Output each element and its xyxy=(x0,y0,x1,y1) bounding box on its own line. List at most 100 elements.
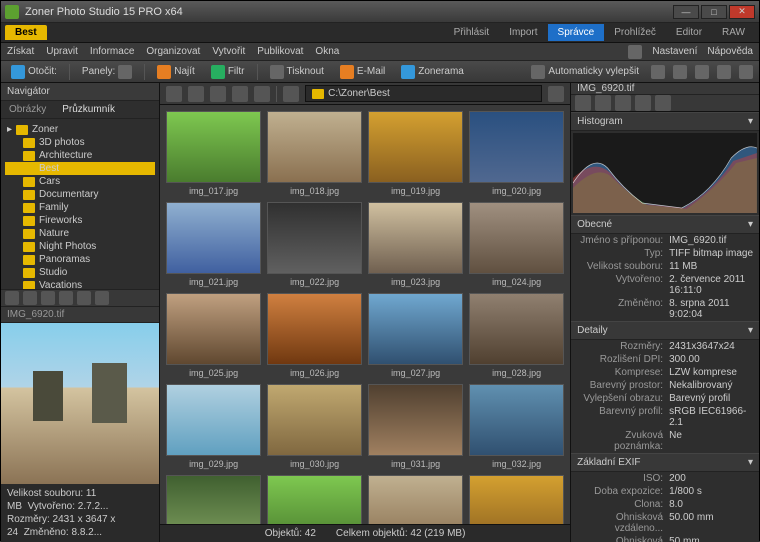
info-tool-icon[interactable] xyxy=(655,95,671,111)
preview-image[interactable] xyxy=(1,323,159,484)
mode-tab-správce[interactable]: Správce xyxy=(548,24,605,41)
filter-tool[interactable]: Filtr xyxy=(207,63,249,81)
thumbnail[interactable]: img_024.jpg xyxy=(469,202,564,287)
thumb-image xyxy=(267,293,362,365)
thumbnail[interactable] xyxy=(166,475,261,524)
thumbnail[interactable]: img_023.jpg xyxy=(368,202,463,287)
thumbnail[interactable] xyxy=(368,475,463,524)
tree-tool-icon[interactable] xyxy=(5,291,19,305)
forward-icon[interactable] xyxy=(188,86,204,102)
thumbnail[interactable]: img_030.jpg xyxy=(267,384,362,469)
thumbnail[interactable]: img_021.jpg xyxy=(166,202,261,287)
autofit-tool[interactable]: Automaticky vylepšit xyxy=(527,63,643,81)
view-icon[interactable] xyxy=(232,86,248,102)
thumbnail[interactable]: img_029.jpg xyxy=(166,384,261,469)
minimize-button[interactable]: — xyxy=(673,5,699,19)
thumbnail[interactable]: img_026.jpg xyxy=(267,293,362,378)
tool-icon[interactable] xyxy=(717,65,731,79)
document-tab[interactable]: Best xyxy=(5,25,47,40)
thumbnail[interactable] xyxy=(267,475,362,524)
menu-publikovat[interactable]: Publikovat xyxy=(257,46,303,57)
print-tool[interactable]: Tisknout xyxy=(266,63,328,81)
thumbnail[interactable]: img_017.jpg xyxy=(166,111,261,196)
thumbnail[interactable]: img_031.jpg xyxy=(368,384,463,469)
up-icon[interactable] xyxy=(210,86,226,102)
menu-ziskat[interactable]: Získat xyxy=(7,46,34,57)
tree-folder[interactable]: Night Photos xyxy=(5,240,155,253)
info-tool-icon[interactable] xyxy=(595,95,611,111)
thumb-label: img_021.jpg xyxy=(189,277,238,287)
menu-upravit[interactable]: Upravit xyxy=(46,46,78,57)
mode-tab-přihlásit[interactable]: Přihlásit xyxy=(444,24,500,41)
mode-tab-prohlížeč[interactable]: Prohlížeč xyxy=(604,24,666,41)
section-histogram[interactable]: Histogram▾ xyxy=(571,112,759,131)
menu-vytvorit[interactable]: Vytvořit xyxy=(212,46,245,57)
zonerama-tool[interactable]: Zonerama xyxy=(397,63,468,81)
thumbnail[interactable]: img_019.jpg xyxy=(368,111,463,196)
mode-tab-editor[interactable]: Editor xyxy=(666,24,712,41)
nav-tab-explorer[interactable]: Průzkumník xyxy=(54,101,123,118)
path-bar[interactable]: C:\Zoner\Best xyxy=(305,85,542,102)
menu-okna[interactable]: Okna xyxy=(315,46,339,57)
menu-informace[interactable]: Informace xyxy=(90,46,134,57)
tree-folder[interactable]: Cars xyxy=(5,175,155,188)
email-tool[interactable]: E-Mail xyxy=(336,63,389,81)
path-text: C:\Zoner\Best xyxy=(328,88,390,99)
thumbnail[interactable]: img_022.jpg xyxy=(267,202,362,287)
thumbnail[interactable]: img_018.jpg xyxy=(267,111,362,196)
close-button[interactable]: ✕ xyxy=(729,5,755,19)
tree-folder[interactable]: Nature xyxy=(5,227,155,240)
tool-icon[interactable] xyxy=(651,65,665,79)
tree-folder[interactable]: Vacations xyxy=(5,279,155,289)
mode-tab-import[interactable]: Import xyxy=(499,24,547,41)
menu-settings[interactable]: Nastavení xyxy=(652,46,697,57)
tree-folder[interactable]: Family xyxy=(5,201,155,214)
nav-tab-images[interactable]: Obrázky xyxy=(1,101,54,118)
menu-organizovat[interactable]: Organizovat xyxy=(146,46,200,57)
thumbnail[interactable]: img_028.jpg xyxy=(469,293,564,378)
thumbnail[interactable]: img_025.jpg xyxy=(166,293,261,378)
info-tool-icon[interactable] xyxy=(615,95,631,111)
thumbnail[interactable] xyxy=(469,475,564,524)
tree-folder[interactable]: 3D photos xyxy=(5,136,155,149)
mode-tab-raw[interactable]: RAW xyxy=(712,24,755,41)
path-go-icon[interactable] xyxy=(548,86,564,102)
tree-tool-icon[interactable] xyxy=(41,291,55,305)
section-basic-exif[interactable]: Základní EXIF▾ xyxy=(571,453,759,472)
panels-tool[interactable]: Panely: xyxy=(78,63,136,81)
tool-icon[interactable] xyxy=(695,65,709,79)
back-icon[interactable] xyxy=(166,86,182,102)
info-row: Barevný profil:sRGB IEC61966-2.1 xyxy=(571,405,759,429)
info-tool-icon[interactable] xyxy=(635,95,651,111)
tree-folder[interactable]: Fireworks xyxy=(5,214,155,227)
thumb-image xyxy=(166,475,261,524)
thumbnail[interactable]: img_027.jpg xyxy=(368,293,463,378)
menu-help[interactable]: Nápověda xyxy=(707,46,753,57)
tool-icon[interactable] xyxy=(673,65,687,79)
tree-folder[interactable]: Panoramas xyxy=(5,253,155,266)
maximize-button[interactable]: □ xyxy=(701,5,727,19)
thumb-image xyxy=(368,111,463,183)
tool-icon[interactable] xyxy=(739,65,753,79)
tree-root[interactable]: ▸Zoner xyxy=(5,123,155,136)
rotate-tool[interactable]: Otočit: xyxy=(7,63,61,81)
thumbnail[interactable]: img_032.jpg xyxy=(469,384,564,469)
tree-tool-icon[interactable] xyxy=(23,291,37,305)
thumb-image xyxy=(368,384,463,456)
info-tool-icon[interactable] xyxy=(575,95,591,111)
sort-icon[interactable] xyxy=(254,86,270,102)
thumb-image xyxy=(267,384,362,456)
section-details[interactable]: Detaily▾ xyxy=(571,321,759,340)
tree-tool-icon[interactable] xyxy=(59,291,73,305)
tree-tool-icon[interactable] xyxy=(95,291,109,305)
tree-folder[interactable]: Best xyxy=(5,162,155,175)
folder-icon xyxy=(23,229,35,239)
tree-folder[interactable]: Architecture xyxy=(5,149,155,162)
find-tool[interactable]: Najít xyxy=(153,63,199,81)
tree-folder[interactable]: Documentary xyxy=(5,188,155,201)
section-general[interactable]: Obecné▾ xyxy=(571,215,759,234)
tree-tool-icon[interactable] xyxy=(77,291,91,305)
tree-folder[interactable]: Studio xyxy=(5,266,155,279)
refresh-icon[interactable] xyxy=(283,86,299,102)
thumbnail[interactable]: img_020.jpg xyxy=(469,111,564,196)
